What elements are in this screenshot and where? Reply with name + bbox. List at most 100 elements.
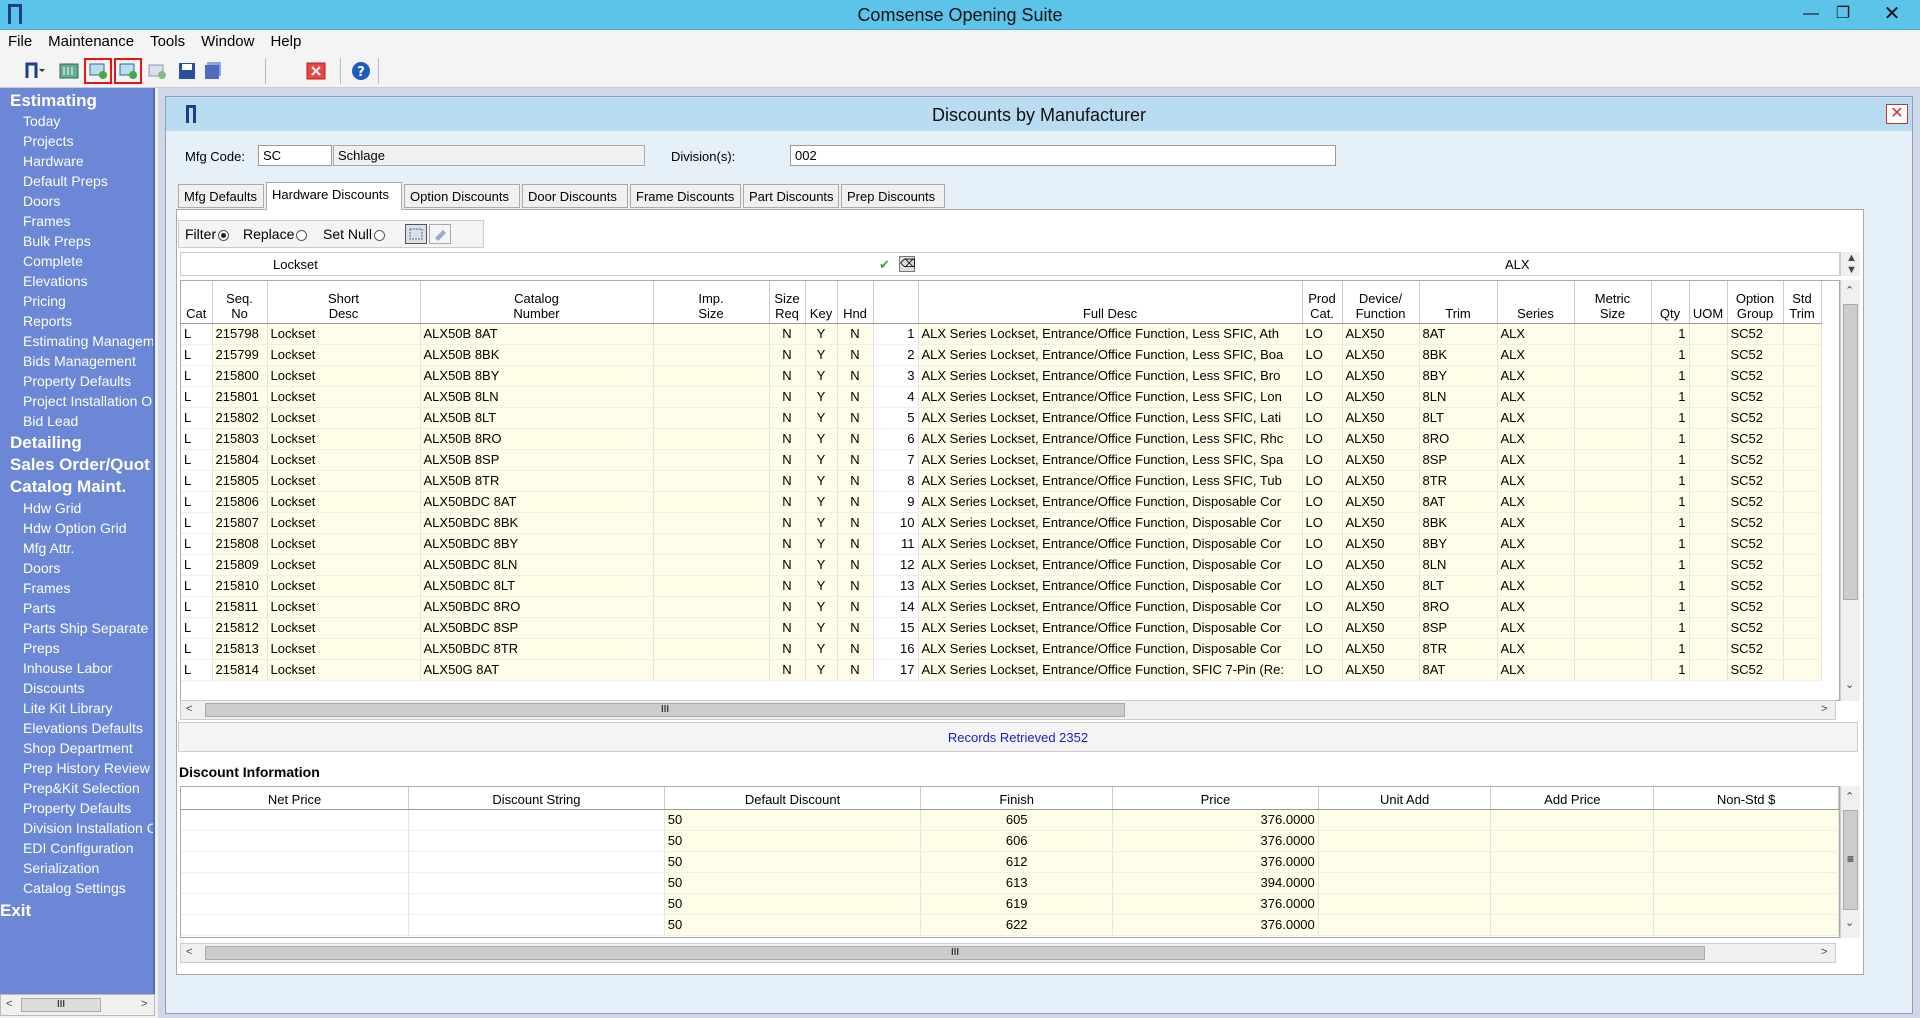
grid-cell[interactable]: L <box>181 596 213 618</box>
grid-cell[interactable]: ALX50 <box>1342 323 1420 345</box>
grid-cell[interactable]: N <box>837 470 874 492</box>
grid-cell[interactable]: N <box>837 659 874 681</box>
grid-cell[interactable]: Y <box>805 512 838 534</box>
grid-cell[interactable] <box>1689 470 1728 492</box>
column-header[interactable]: Std Trim <box>1783 281 1822 324</box>
table-row[interactable]: L 215809 Lockset ALX50BDC 8LN N Y N 12 ALX Serie… <box>181 554 1822 576</box>
scroll-thumb[interactable] <box>1843 304 1858 600</box>
grid-cell[interactable]: N <box>837 449 874 471</box>
discount-cell[interactable] <box>408 851 665 873</box>
grid-cell[interactable]: N <box>837 407 874 429</box>
grid-cell[interactable] <box>1689 344 1728 366</box>
sidebar-item[interactable]: Elevations <box>23 273 88 289</box>
scroll-right-icon[interactable]: > <box>1821 703 1827 715</box>
grid-cell[interactable]: 1 <box>1651 344 1690 366</box>
grid-cell[interactable]: 1 <box>1651 596 1690 618</box>
grid-cell[interactable]: Y <box>805 554 838 576</box>
grid-cell[interactable]: ALX Series Lockset, Entrance/Office Func… <box>918 638 1303 660</box>
grid-cell[interactable]: 8SP <box>1419 617 1498 639</box>
scroll-left-icon[interactable]: < <box>6 998 12 1010</box>
replace-radio[interactable] <box>296 229 308 241</box>
table-row[interactable]: L 215802 Lockset ALX50B 8LT N Y N 5 ALX Series L… <box>181 407 1822 429</box>
copy-record-icon[interactable] <box>114 58 142 84</box>
grid-cell[interactable]: 215807 <box>212 512 268 534</box>
grid-cell[interactable]: ALX <box>1497 344 1575 366</box>
sidebar-item[interactable]: Pricing <box>23 293 66 309</box>
grid-cell[interactable]: SC52 <box>1727 470 1784 492</box>
grid-cell[interactable]: 1 <box>1651 365 1690 387</box>
discount-cell[interactable] <box>181 830 410 852</box>
sidebar-item[interactable]: Reports <box>23 313 72 329</box>
grid-cell[interactable] <box>1689 554 1728 576</box>
nav-exit[interactable]: Exit <box>0 901 31 921</box>
menu-maintenance[interactable]: Maintenance <box>40 30 142 52</box>
discount-cell[interactable]: 394.0000 <box>1112 872 1319 894</box>
discount-cell[interactable] <box>1490 851 1655 873</box>
grid-cell[interactable] <box>1574 659 1652 681</box>
grid-cell[interactable] <box>1783 554 1822 576</box>
sidebar-item[interactable]: Estimating Manageme <box>23 333 153 349</box>
column-header[interactable]: Full Desc <box>918 281 1303 324</box>
column-header[interactable]: Cat <box>181 281 213 324</box>
discount-cell[interactable]: 376.0000 <box>1112 809 1319 831</box>
grid-cell[interactable] <box>1574 617 1652 639</box>
column-header[interactable]: Hnd <box>837 281 874 324</box>
setnull-radio[interactable] <box>374 229 386 241</box>
grid-cell[interactable]: 8 <box>873 470 919 492</box>
grid-cell[interactable]: N <box>769 470 806 492</box>
scroll-thumb[interactable]: III <box>205 703 1125 717</box>
grid-cell[interactable]: ALX50BDC 8LT <box>420 575 654 597</box>
replace-option[interactable]: Replace <box>243 226 308 242</box>
grid-cell[interactable] <box>1574 323 1652 345</box>
division-input[interactable]: 002 <box>790 145 1336 166</box>
sidebar-item[interactable]: Parts Ship Separate <box>23 620 148 636</box>
grid-cell[interactable]: ALX Series Lockset, Entrance/Office Func… <box>918 617 1303 639</box>
menu-file[interactable]: File <box>0 30 40 52</box>
grid-cell[interactable]: L <box>181 533 213 555</box>
grid-cell[interactable] <box>653 533 770 555</box>
apply-filter-icon[interactable] <box>405 224 427 244</box>
sidebar-item[interactable]: Division Installation O <box>23 820 153 836</box>
filter-series[interactable]: ALX <box>1505 257 1530 272</box>
discount-cell[interactable]: 612 <box>920 851 1114 873</box>
grid-cell[interactable]: 8TR <box>1419 470 1498 492</box>
scroll-left-icon[interactable]: < <box>186 946 192 958</box>
grid-cell[interactable]: ALX50 <box>1342 659 1420 681</box>
discount-cell[interactable] <box>1318 809 1492 831</box>
grid-cell[interactable] <box>1783 533 1822 555</box>
column-header[interactable]: Discount String <box>408 787 665 810</box>
sidebar-item[interactable]: Prep History Review <box>23 760 150 776</box>
help-icon[interactable]: ? <box>350 61 372 81</box>
grid-cell[interactable]: Y <box>805 617 838 639</box>
grid-cell[interactable]: 5 <box>873 407 919 429</box>
grid-cell[interactable]: L <box>181 428 213 450</box>
grid-cell[interactable]: 8BY <box>1419 365 1498 387</box>
grid-cell[interactable]: N <box>769 575 806 597</box>
grid-cell[interactable]: 1 <box>1651 386 1690 408</box>
grid-cell[interactable] <box>1689 638 1728 660</box>
grid-cell[interactable]: 215814 <box>212 659 268 681</box>
grid-cell[interactable]: N <box>769 617 806 639</box>
grid-cell[interactable]: Lockset <box>267 512 421 534</box>
menu-window[interactable]: Window <box>193 30 262 52</box>
grid-cell[interactable]: ALX <box>1497 365 1575 387</box>
table-row[interactable]: 50 619 376.0000 <box>181 893 1839 915</box>
filter-short-desc[interactable]: Lockset <box>273 257 318 272</box>
sidebar-item[interactable]: Projects <box>23 133 74 149</box>
grid-cell[interactable]: 8RO <box>1419 596 1498 618</box>
grid-cell[interactable]: 8TR <box>1419 638 1498 660</box>
grid-cell[interactable]: 215801 <box>212 386 268 408</box>
column-header[interactable]: Net Price <box>181 787 410 810</box>
grid-cell[interactable] <box>653 365 770 387</box>
column-header[interactable]: Qty <box>1651 281 1690 324</box>
grid-cell[interactable]: Y <box>805 407 838 429</box>
grid-cell[interactable] <box>1689 575 1728 597</box>
grid-cell[interactable]: ALX Series Lockset, Entrance/Office Func… <box>918 512 1303 534</box>
grid-cell[interactable]: N <box>769 407 806 429</box>
grid-cell[interactable]: Y <box>805 365 838 387</box>
table-row[interactable]: 50 622 376.0000 <box>181 914 1839 936</box>
grid-cell[interactable]: LO <box>1302 386 1343 408</box>
grid-cell[interactable] <box>1783 323 1822 345</box>
discount-cell[interactable] <box>181 893 410 915</box>
grid-cell[interactable]: Lockset <box>267 386 421 408</box>
